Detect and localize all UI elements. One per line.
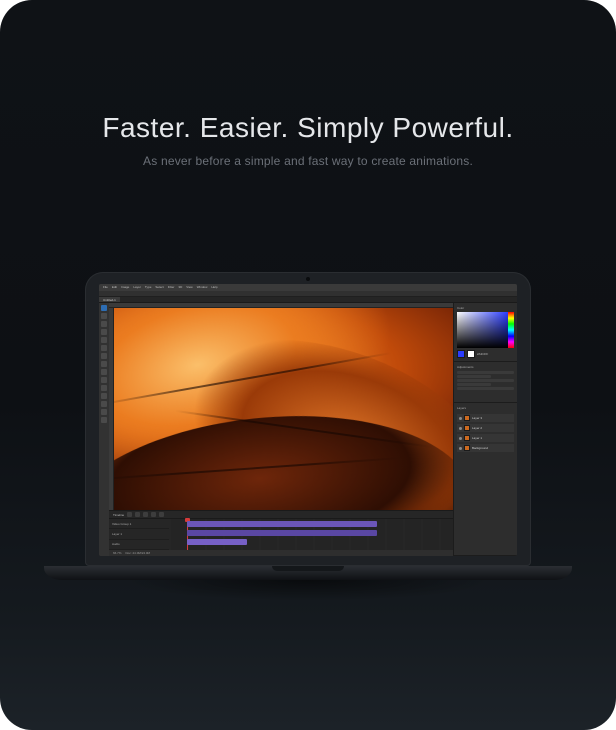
color-panel: Color 2A3CFF (454, 303, 517, 362)
layer-row[interactable]: Layer 1 (457, 434, 514, 442)
layer-name: Background (472, 446, 512, 450)
timeline-title: Timeline (113, 513, 124, 517)
layer-row[interactable]: Background (457, 444, 514, 452)
layer-thumb (464, 445, 470, 451)
layer-name: Layer 3 (472, 416, 512, 420)
clone-tool-icon[interactable] (101, 361, 107, 367)
timeline-clip[interactable] (187, 530, 377, 536)
menu-item[interactable]: Window (197, 286, 208, 289)
doc-info: Doc: 24.0M/24.0M (126, 551, 151, 555)
visibility-icon[interactable] (459, 447, 462, 450)
document-tab[interactable]: Untitled-1 (99, 297, 120, 302)
menu-item[interactable]: Help (211, 286, 217, 289)
gradient-tool-icon[interactable] (101, 377, 107, 383)
menu-item[interactable]: Image (121, 286, 129, 289)
panel-title: Layers (457, 406, 514, 410)
panel-title: Color (457, 306, 514, 310)
shape-tool-icon[interactable] (101, 401, 107, 407)
laptop-base (44, 566, 572, 580)
layer-row[interactable]: Layer 2 (457, 424, 514, 432)
laptop-shadow (44, 580, 572, 630)
timeline-track-list: Video Group 1 Layer 1 Audio (109, 519, 169, 550)
tool-bar (99, 303, 109, 556)
go-start-icon[interactable] (127, 512, 132, 517)
visibility-icon[interactable] (459, 427, 462, 430)
wand-tool-icon[interactable] (101, 329, 107, 335)
layers-panel: Layers Layer 3 Layer 2 (454, 403, 517, 556)
timeline-track-label[interactable]: Layer 1 (109, 529, 169, 539)
timeline-clip[interactable] (187, 521, 377, 527)
menu-item[interactable]: Select (155, 286, 163, 289)
play-icon[interactable] (143, 512, 148, 517)
adjust-row[interactable] (457, 371, 514, 374)
promo-card: Faster. Easier. Simply Powerful. As neve… (0, 0, 616, 730)
go-end-icon[interactable] (159, 512, 164, 517)
visibility-icon[interactable] (459, 437, 462, 440)
canvas[interactable] (114, 308, 453, 510)
timeline-track-label[interactable]: Audio (109, 540, 169, 550)
adjust-row[interactable] (457, 375, 491, 378)
pen-tool-icon[interactable] (101, 393, 107, 399)
right-panels: Color 2A3CFF (453, 303, 517, 556)
layer-thumb (464, 435, 470, 441)
menu-item[interactable]: Type (145, 286, 152, 289)
adjust-row[interactable] (457, 387, 514, 390)
hero-subline: As never before a simple and fast way to… (0, 154, 616, 168)
zoom-tool-icon[interactable] (101, 417, 107, 423)
eraser-tool-icon[interactable] (101, 369, 107, 375)
workspace: Timeline Video Group 1 Layer 1 (99, 303, 517, 556)
color-hex: 2A3CFF (477, 352, 514, 356)
zoom-level[interactable]: 66.7% (113, 551, 122, 555)
status-bar: 66.7% Doc: 24.0M/24.0M (109, 550, 453, 556)
timeline-body: Video Group 1 Layer 1 Audio (109, 519, 453, 550)
canvas-wrap (109, 308, 453, 510)
timeline-tracks[interactable] (169, 519, 453, 550)
adjust-row[interactable] (457, 379, 514, 382)
prev-frame-icon[interactable] (135, 512, 140, 517)
marquee-tool-icon[interactable] (101, 313, 107, 319)
laptop-notch (272, 566, 344, 571)
menu-bar: File Edit Image Layer Type Select Filter… (99, 284, 517, 291)
layer-thumb (464, 415, 470, 421)
move-tool-icon[interactable] (101, 305, 107, 311)
layer-thumb (464, 425, 470, 431)
crop-tool-icon[interactable] (101, 337, 107, 343)
menu-item[interactable]: Filter (168, 286, 175, 289)
menu-item[interactable]: Edit (112, 286, 117, 289)
lasso-tool-icon[interactable] (101, 321, 107, 327)
menu-item[interactable]: File (103, 286, 108, 289)
menu-item[interactable]: 3D (178, 286, 182, 289)
hero-headline: Faster. Easier. Simply Powerful. (0, 112, 616, 144)
adjust-row[interactable] (457, 383, 491, 386)
layer-name: Layer 1 (472, 436, 512, 440)
menu-item[interactable]: Layer (133, 286, 141, 289)
timeline-track-label[interactable]: Video Group 1 (109, 519, 169, 529)
laptop-mockup: File Edit Image Layer Type Select Filter… (85, 272, 531, 580)
type-tool-icon[interactable] (101, 385, 107, 391)
background-swatch[interactable] (467, 350, 475, 358)
timeline-panel: Timeline Video Group 1 Layer 1 (109, 510, 453, 550)
sv-field[interactable] (457, 312, 508, 348)
panel-title: Adjustments (457, 365, 514, 369)
menu-item[interactable]: View (186, 286, 192, 289)
next-frame-icon[interactable] (151, 512, 156, 517)
adjustments-panel: Adjustments (454, 362, 517, 403)
color-picker[interactable] (457, 312, 514, 348)
brush-tool-icon[interactable] (101, 353, 107, 359)
laptop-lid: File Edit Image Layer Type Select Filter… (85, 272, 531, 566)
timeline-clip[interactable] (187, 539, 247, 545)
viewport: Timeline Video Group 1 Layer 1 (109, 303, 453, 556)
eyedropper-tool-icon[interactable] (101, 345, 107, 351)
layer-row[interactable]: Layer 3 (457, 414, 514, 422)
visibility-icon[interactable] (459, 417, 462, 420)
layer-name: Layer 2 (472, 426, 512, 430)
foreground-swatch[interactable] (457, 350, 465, 358)
hue-slider[interactable] (508, 312, 514, 348)
laptop-camera (306, 277, 310, 281)
editor-screen: File Edit Image Layer Type Select Filter… (99, 284, 517, 556)
timeline-header: Timeline (109, 511, 453, 519)
hand-tool-icon[interactable] (101, 409, 107, 415)
